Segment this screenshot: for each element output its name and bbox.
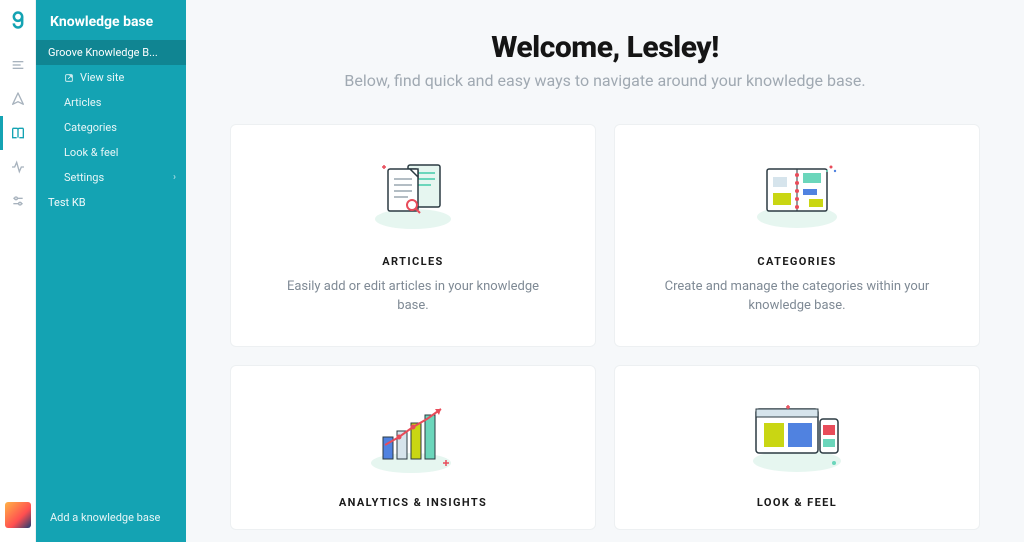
card-analytics[interactable]: ANALYTICS & INSIGHTS	[230, 365, 596, 530]
icon-rail	[0, 0, 36, 542]
sidebar-item-label: Look & feel	[64, 146, 118, 159]
nav-menu-icon[interactable]	[0, 48, 36, 82]
card-desc: Easily add or edit articles in your know…	[273, 278, 553, 316]
card-look-feel[interactable]: LOOK & FEEL	[614, 365, 980, 530]
chevron-right-icon: ›	[173, 172, 176, 183]
nav-kb-icon[interactable]	[0, 116, 36, 150]
card-title: ANALYTICS & INSIGHTS	[255, 496, 571, 509]
nav-settings-icon[interactable]	[0, 184, 36, 218]
card-categories[interactable]: CATEGORIES Create and manage the categor…	[614, 124, 980, 347]
nav-compose-icon[interactable]	[0, 82, 36, 116]
card-title: CATEGORIES	[639, 255, 955, 268]
articles-illustration-icon	[255, 151, 571, 241]
sidebar-item-categories[interactable]: Categories	[36, 115, 186, 140]
nav-activity-icon[interactable]	[0, 150, 36, 184]
sidebar-item-label: Articles	[64, 96, 101, 109]
sidebar-item-view-site[interactable]: View site	[36, 65, 186, 90]
app-logo-icon	[8, 10, 28, 30]
kb-sidebar: Knowledge base Groove Knowledge B... Vie…	[36, 0, 186, 542]
user-avatar[interactable]	[5, 502, 31, 528]
sidebar-item-label: Settings	[64, 171, 104, 184]
sidebar-item-label: View site	[80, 71, 124, 84]
card-articles[interactable]: ARTICLES Easily add or edit articles in …	[230, 124, 596, 347]
sidebar-item-articles[interactable]: Articles	[36, 90, 186, 115]
sidebar-active-kb[interactable]: Groove Knowledge B...	[36, 40, 186, 65]
welcome-heading: Welcome, Lesley!	[230, 30, 980, 65]
sidebar-title: Knowledge base	[36, 0, 186, 40]
card-title: LOOK & FEEL	[639, 496, 955, 509]
external-link-icon	[64, 73, 74, 83]
card-desc: Create and manage the categories within …	[657, 278, 937, 316]
analytics-illustration-icon	[255, 392, 571, 482]
sidebar-item-look-feel[interactable]: Look & feel	[36, 140, 186, 165]
sidebar-item-label: Categories	[64, 121, 117, 134]
categories-illustration-icon	[639, 151, 955, 241]
sidebar-item-settings[interactable]: Settings ›	[36, 165, 186, 190]
welcome-sub: Below, find quick and easy ways to navig…	[230, 71, 980, 90]
sidebar-add-kb[interactable]: Add a knowledge base	[36, 497, 186, 542]
welcome-header: Welcome, Lesley! Below, find quick and e…	[230, 30, 980, 90]
card-title: ARTICLES	[255, 255, 571, 268]
sidebar-kb-test[interactable]: Test KB	[36, 190, 186, 215]
main-content: Welcome, Lesley! Below, find quick and e…	[186, 0, 1024, 542]
cards-grid: ARTICLES Easily add or edit articles in …	[230, 124, 980, 530]
look-feel-illustration-icon	[639, 392, 955, 482]
